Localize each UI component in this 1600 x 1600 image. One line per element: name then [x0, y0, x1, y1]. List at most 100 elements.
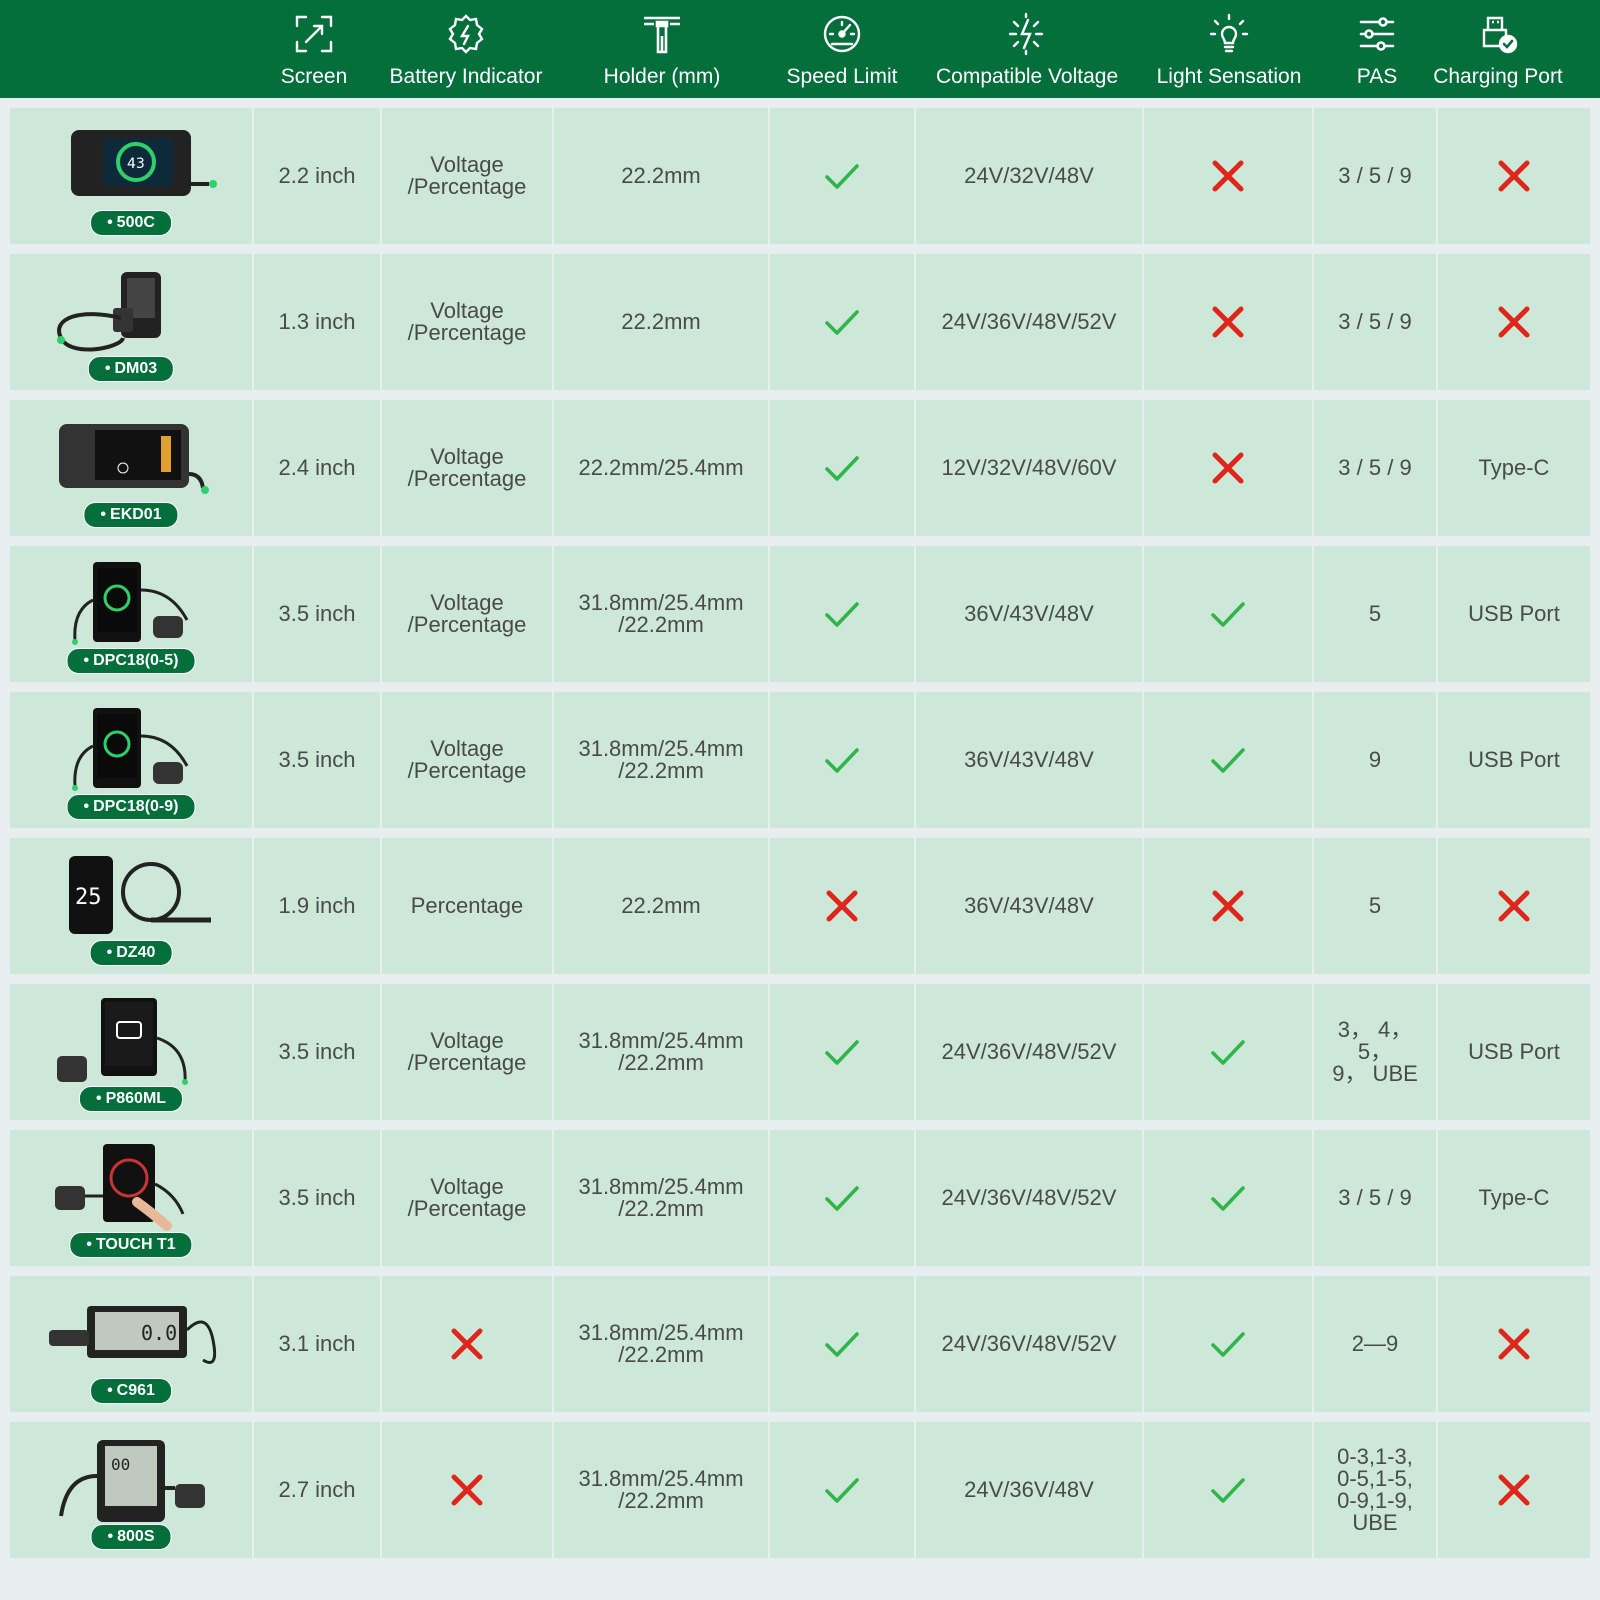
pas-value: 0-3,1-3, 0-5,1-5, 0-9,1-9, UBE	[1337, 1444, 1413, 1535]
table-row: TOUCH T1 3.5 inch Voltage /Percentage 31.8m…	[10, 1130, 1590, 1266]
voltage-cell: 24V/36V/48V/52V	[916, 1130, 1142, 1266]
check-mark	[1208, 740, 1248, 780]
light-cell	[1144, 838, 1312, 974]
model-badge: DPC18(0-9)	[66, 794, 196, 820]
table-header: Screen Battery Indicator Holder (mm) Speed …	[0, 0, 1600, 98]
voltage-cell: 24V/36V/48V	[916, 1422, 1142, 1558]
pas-cell: 3 / 5 / 9	[1314, 108, 1436, 244]
screen-value: 2.4 inch	[278, 455, 356, 480]
product-cell: DM03	[10, 254, 252, 390]
voltage-cell: 24V/32V/48V	[916, 108, 1142, 244]
model-badge: DPC18(0-5)	[66, 648, 196, 674]
battery-value: Voltage /Percentage	[407, 298, 527, 345]
charging-cell: Type-C	[1438, 1130, 1590, 1266]
screen-value: 1.3 inch	[278, 309, 356, 334]
voltage-value: 24V/36V/48V/52V	[941, 1185, 1117, 1210]
check-icon	[1211, 1186, 1245, 1211]
header-speed: Speed Limit	[752, 0, 932, 98]
holder-cell: 31.8mm/25.4mm /22.2mm	[554, 692, 768, 828]
holder-value: 31.8mm/25.4mm /22.2mm	[578, 1174, 744, 1221]
check-icon	[825, 310, 859, 335]
voltage-cell: 36V/43V/48V	[916, 692, 1142, 828]
product-image	[41, 268, 221, 360]
cross-mark	[1494, 1470, 1534, 1510]
battery-value: Percentage	[410, 893, 524, 918]
resize-arrows-icon	[292, 12, 336, 56]
screen-value: 3.5 inch	[278, 747, 356, 772]
cross-mark	[1494, 1324, 1534, 1364]
screen-cell: 3.5 inch	[254, 1130, 380, 1266]
table-row: EKD01 2.4 inch Voltage /Percentage 22.2mm/2…	[10, 400, 1590, 536]
product-cell: P860ML	[10, 984, 252, 1120]
speed-cell	[770, 400, 914, 536]
check-mark	[822, 740, 862, 780]
cross-icon	[1498, 306, 1530, 338]
product-image	[41, 1144, 221, 1236]
speed-cell	[770, 1276, 914, 1412]
svg-text:43: 43	[127, 156, 145, 172]
product-cell: EKD01	[10, 400, 252, 536]
screen-cell: 1.3 inch	[254, 254, 380, 390]
charging-cell	[1438, 1422, 1590, 1558]
pas-cell: 3 / 5 / 9	[1314, 254, 1436, 390]
header-label: Holder (mm)	[603, 65, 721, 88]
battery-cell: Voltage /Percentage	[382, 692, 552, 828]
screen-value: 2.2 inch	[278, 163, 356, 188]
screen-cell: 3.5 inch	[254, 984, 380, 1120]
charging-value: USB Port	[1468, 1039, 1560, 1064]
battery-cell: Voltage /Percentage	[382, 1130, 552, 1266]
check-icon	[825, 456, 859, 481]
check-mark	[822, 1470, 862, 1510]
pas-value: 3 / 5 / 9	[1338, 309, 1412, 334]
product-cell: DPC18(0-9)	[10, 692, 252, 828]
pas-value: 9	[1368, 747, 1382, 772]
holder-cell: 22.2mm	[554, 108, 768, 244]
charging-cell: USB Port	[1438, 692, 1590, 828]
holder-value: 31.8mm/25.4mm /22.2mm	[578, 736, 744, 783]
product-image	[41, 998, 221, 1090]
screen-cell: 3.1 inch	[254, 1276, 380, 1412]
battery-cell: Voltage /Percentage	[382, 400, 552, 536]
screen-cell: 2.7 inch	[254, 1422, 380, 1558]
check-icon	[1211, 748, 1245, 773]
product-cell: 43 500C	[10, 108, 252, 244]
screen-cell: 2.4 inch	[254, 400, 380, 536]
pas-value: 3 / 5 / 9	[1338, 1185, 1412, 1210]
charging-value: Type-C	[1478, 455, 1550, 480]
voltage-cell: 36V/43V/48V	[916, 546, 1142, 682]
header-label: Battery Indicator	[389, 65, 543, 88]
battery-gear-icon	[444, 12, 488, 56]
voltage-cell: 24V/36V/48V/52V	[916, 1276, 1142, 1412]
battery-value: Voltage /Percentage	[407, 1028, 527, 1075]
product-cell: 25 DZ40	[10, 838, 252, 974]
charging-cell	[1438, 254, 1590, 390]
light-cell	[1144, 1130, 1312, 1266]
check-icon	[825, 164, 859, 189]
model-badge: 800S	[90, 1524, 172, 1550]
pas-value: 3 / 5 / 9	[1338, 455, 1412, 480]
voltage-cell: 24V/36V/48V/52V	[916, 254, 1142, 390]
speed-cell	[770, 838, 914, 974]
holder-value: 31.8mm/25.4mm /22.2mm	[578, 590, 744, 637]
charging-value: USB Port	[1468, 747, 1560, 772]
speed-cell	[770, 984, 914, 1120]
charging-cell: Type-C	[1438, 400, 1590, 536]
holder-value: 22.2mm	[621, 309, 701, 334]
model-badge: 500C	[90, 210, 172, 236]
holder-value: 31.8mm/25.4mm /22.2mm	[578, 1320, 744, 1367]
handlebar-clamp-icon	[640, 12, 684, 56]
header-label: Speed Limit	[786, 65, 898, 88]
pas-value: 2—9	[1351, 1331, 1399, 1356]
cross-icon	[1212, 306, 1244, 338]
usb-check-icon	[1476, 12, 1520, 56]
check-icon	[825, 1332, 859, 1357]
battery-cell	[382, 1276, 552, 1412]
table-row: 43 500C 2.2 inch Voltage /Percentage 22.2mm 2…	[10, 108, 1590, 244]
light-cell	[1144, 1276, 1312, 1412]
screen-cell: 1.9 inch	[254, 838, 380, 974]
cross-mark	[1208, 448, 1248, 488]
pas-value: 5	[1368, 893, 1382, 918]
screen-value: 3.5 inch	[278, 601, 356, 626]
battery-value: Voltage /Percentage	[407, 736, 527, 783]
charging-value: Type-C	[1478, 1185, 1550, 1210]
